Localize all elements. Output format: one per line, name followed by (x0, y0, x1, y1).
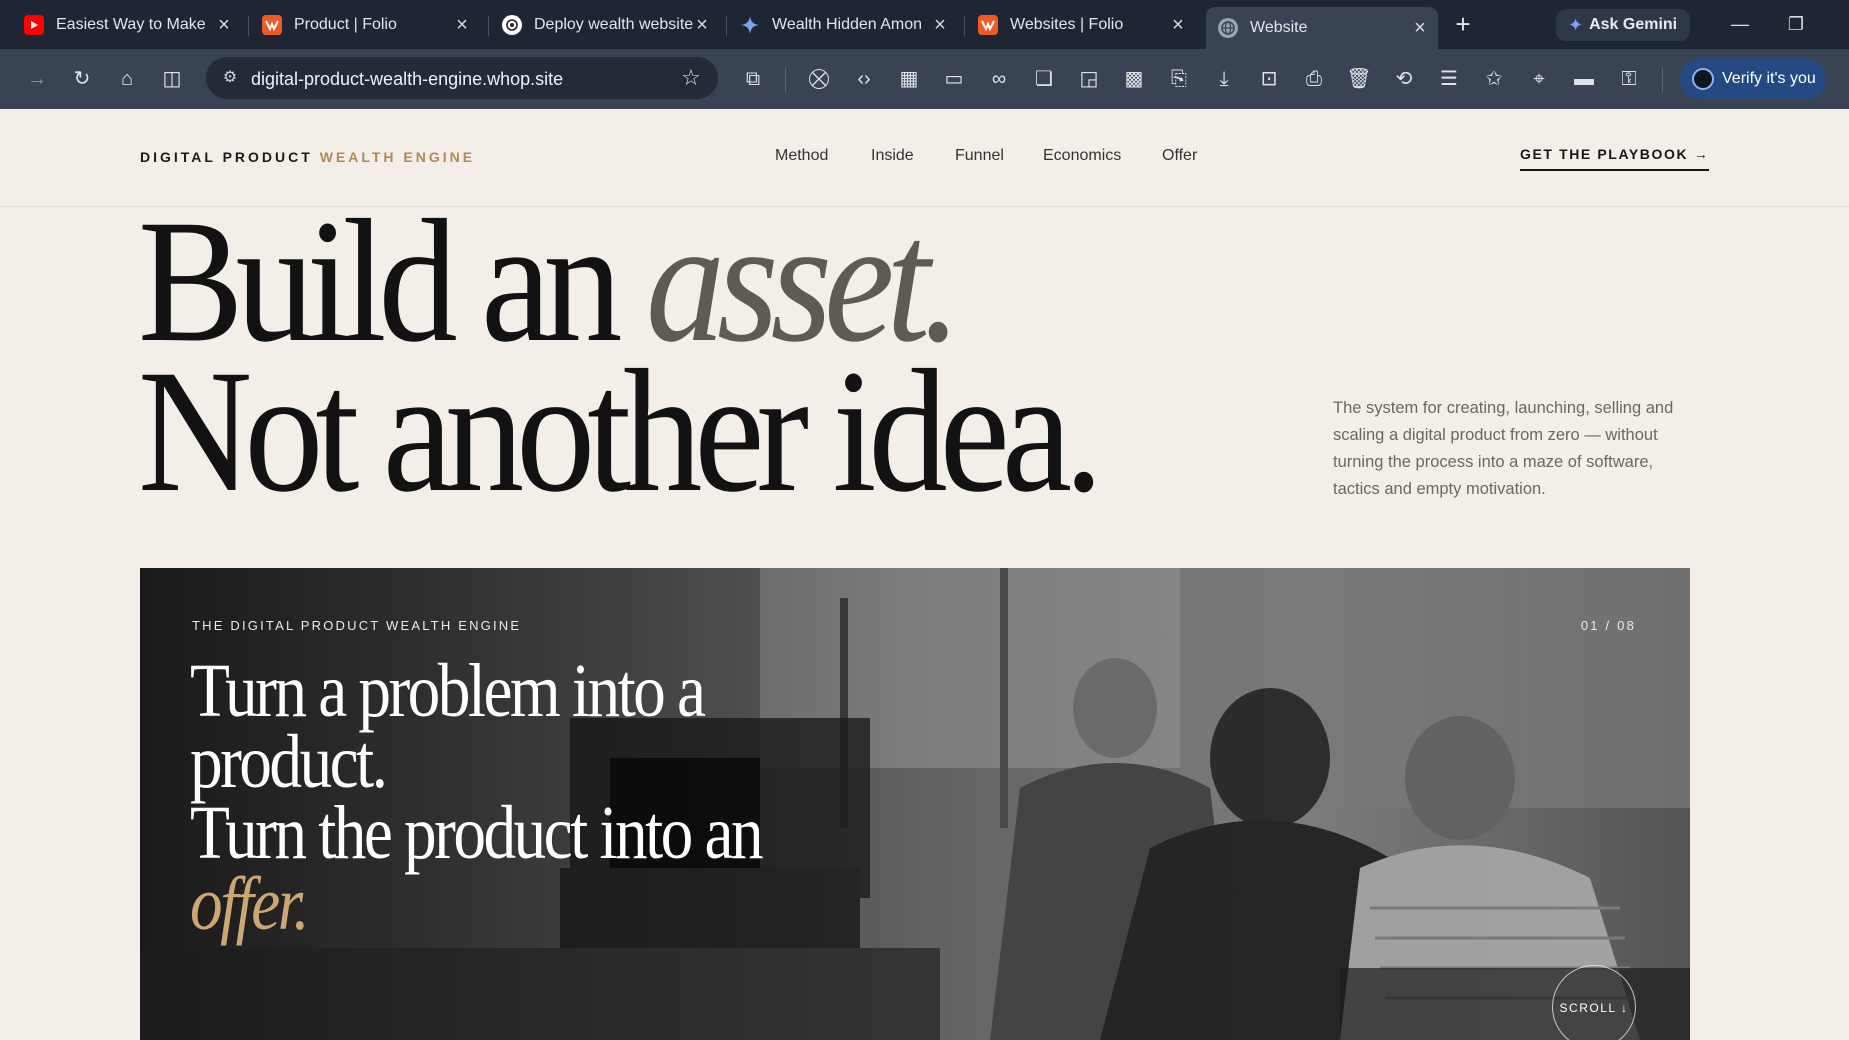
globe-icon (1218, 18, 1238, 38)
close-icon[interactable]: × (452, 15, 472, 35)
toolbar-divider (1662, 68, 1663, 92)
close-icon[interactable]: × (1168, 15, 1188, 35)
tab-wealth-hidden[interactable]: Wealth Hidden Among × (740, 7, 958, 43)
bookmark-star-icon[interactable]: ☆ (678, 65, 704, 91)
forward-arrow-icon[interactable]: → (22, 64, 52, 94)
trash-icon[interactable]: 🗑︎ (1344, 64, 1374, 94)
profile-avatar-icon (1692, 68, 1714, 90)
nav-economics[interactable]: Economics (1043, 147, 1121, 165)
translate-icon[interactable]: ⎘ (1164, 64, 1194, 94)
gemini-sparkle-icon: ✦ (1568, 14, 1584, 35)
tab-title: Deploy wealth website (534, 16, 694, 33)
hero-slide: THE DIGITAL PRODUCT WEALTH ENGINE 01 / 0… (140, 568, 1690, 1040)
tab-divider (964, 16, 965, 36)
tab-divider (726, 16, 727, 36)
ask-gemini-label: Ask Gemini (1589, 16, 1678, 33)
folio-icon (978, 15, 998, 35)
favorites-icon[interactable]: ✩ (1479, 64, 1509, 94)
slide-line-3: Turn the product into an (190, 791, 764, 875)
site-info-icon[interactable]: ⚙ (218, 66, 242, 90)
brand-primary: DIGITAL PRODUCT (140, 149, 313, 165)
new-tab-plus-icon[interactable]: + (1450, 11, 1476, 37)
split-view-icon[interactable]: ◫ (157, 64, 187, 94)
openai-icon (502, 15, 522, 35)
slide-line-4: offer. (190, 862, 310, 946)
tab-website-active[interactable]: Website × (1206, 7, 1438, 49)
gemini-sparkle-icon (740, 15, 760, 35)
link-icon[interactable]: ∞ (984, 64, 1014, 94)
nav-method[interactable]: Method (775, 147, 828, 165)
location-pin-icon[interactable]: ⌖ (1524, 64, 1554, 94)
scroll-button[interactable]: SCROLL ↓ (1552, 965, 1636, 1040)
hero-heading: Build an asset. Not another idea. (138, 194, 1104, 529)
download-icon[interactable]: ⤓ (1209, 64, 1239, 94)
tab-title: Wealth Hidden Among (772, 16, 922, 33)
screenshot-icon[interactable]: ⊡ (1254, 64, 1284, 94)
cast-icon[interactable]: ◲ (1074, 64, 1104, 94)
nav-funnel[interactable]: Funnel (955, 147, 1004, 165)
site-logo[interactable]: DIGITAL PRODUCT WEALTH ENGINE (140, 149, 475, 165)
tab-title: Product | Folio (294, 16, 397, 33)
close-icon[interactable]: × (1410, 18, 1430, 38)
youtube-icon (24, 15, 44, 35)
url-text: digital-product-wealth-engine.whop.site (251, 69, 564, 89)
slide-eyebrow: THE DIGITAL PRODUCT WEALTH ENGINE (192, 618, 522, 633)
verify-label: Verify it's you (1722, 70, 1816, 87)
folio-icon (262, 15, 282, 35)
verify-profile-button[interactable]: Verify it's you (1680, 58, 1826, 100)
minimize-icon[interactable]: — (1720, 10, 1760, 38)
tab-title: Easiest Way to Make M (56, 16, 206, 33)
history-icon[interactable]: ⟲ (1389, 64, 1419, 94)
close-icon[interactable]: × (214, 15, 234, 35)
close-icon[interactable]: × (930, 15, 950, 35)
extensions-icon[interactable]: ⧉ (738, 64, 768, 94)
tab-divider (248, 16, 249, 36)
reading-list-icon[interactable]: ☰ (1434, 64, 1464, 94)
table-icon[interactable]: ▦ (894, 64, 924, 94)
slide-headline: Turn a problem into a product. Turn the … (190, 649, 764, 946)
slide-counter: 01 / 08 (1580, 618, 1636, 633)
nav-offer[interactable]: Offer (1162, 147, 1197, 165)
reload-icon[interactable]: ↻ (67, 64, 97, 94)
incognito-icon[interactable]: ⛒ (804, 64, 834, 94)
slide-line-1: Turn a problem into a (190, 649, 706, 733)
browser-tab-strip: Easiest Way to Make M × Product | Folio … (0, 0, 1849, 49)
ask-gemini-button[interactable]: ✦ Ask Gemini (1556, 9, 1690, 41)
hero-line-2: Not another idea. (138, 334, 1104, 529)
nav-inside[interactable]: Inside (871, 147, 914, 165)
brand-accent: WEALTH ENGINE (319, 149, 476, 165)
tab-deploy-wealth[interactable]: Deploy wealth website × (502, 7, 720, 43)
tab-title: Website (1250, 19, 1308, 36)
home-icon[interactable]: ⌂ (112, 64, 142, 94)
tab-divider (488, 16, 489, 36)
tab-websites-folio[interactable]: Websites | Folio × (978, 7, 1196, 43)
reading-mode-icon[interactable]: ❏ (1029, 64, 1059, 94)
qr-code-icon[interactable]: ▩ (1119, 64, 1149, 94)
slide-line-2: product. (190, 720, 388, 804)
code-icon[interactable]: ‹› (849, 64, 879, 94)
get-playbook-button[interactable]: GET THE PLAYBOOK → (1520, 146, 1710, 171)
tab-youtube[interactable]: Easiest Way to Make M × (24, 7, 242, 43)
toolbar-divider (785, 68, 786, 92)
print-icon[interactable]: ⎙ (1299, 64, 1329, 94)
close-icon[interactable]: × (692, 15, 712, 35)
tab-title: Websites | Folio (1010, 16, 1124, 33)
address-bar[interactable]: ⚙ digital-product-wealth-engine.whop.sit… (206, 57, 718, 99)
payment-card-icon[interactable]: ▬ (1569, 64, 1599, 94)
restore-icon[interactable]: ❐ (1776, 10, 1816, 38)
hero-description: The system for creating, launching, sell… (1333, 399, 1674, 498)
password-key-icon[interactable]: ⚿ (1614, 64, 1644, 94)
devices-icon[interactable]: ▭ (939, 64, 969, 94)
tab-product-folio[interactable]: Product | Folio × (262, 7, 480, 43)
web-page: DIGITAL PRODUCT WEALTH ENGINE Method Ins… (0, 109, 1849, 1040)
